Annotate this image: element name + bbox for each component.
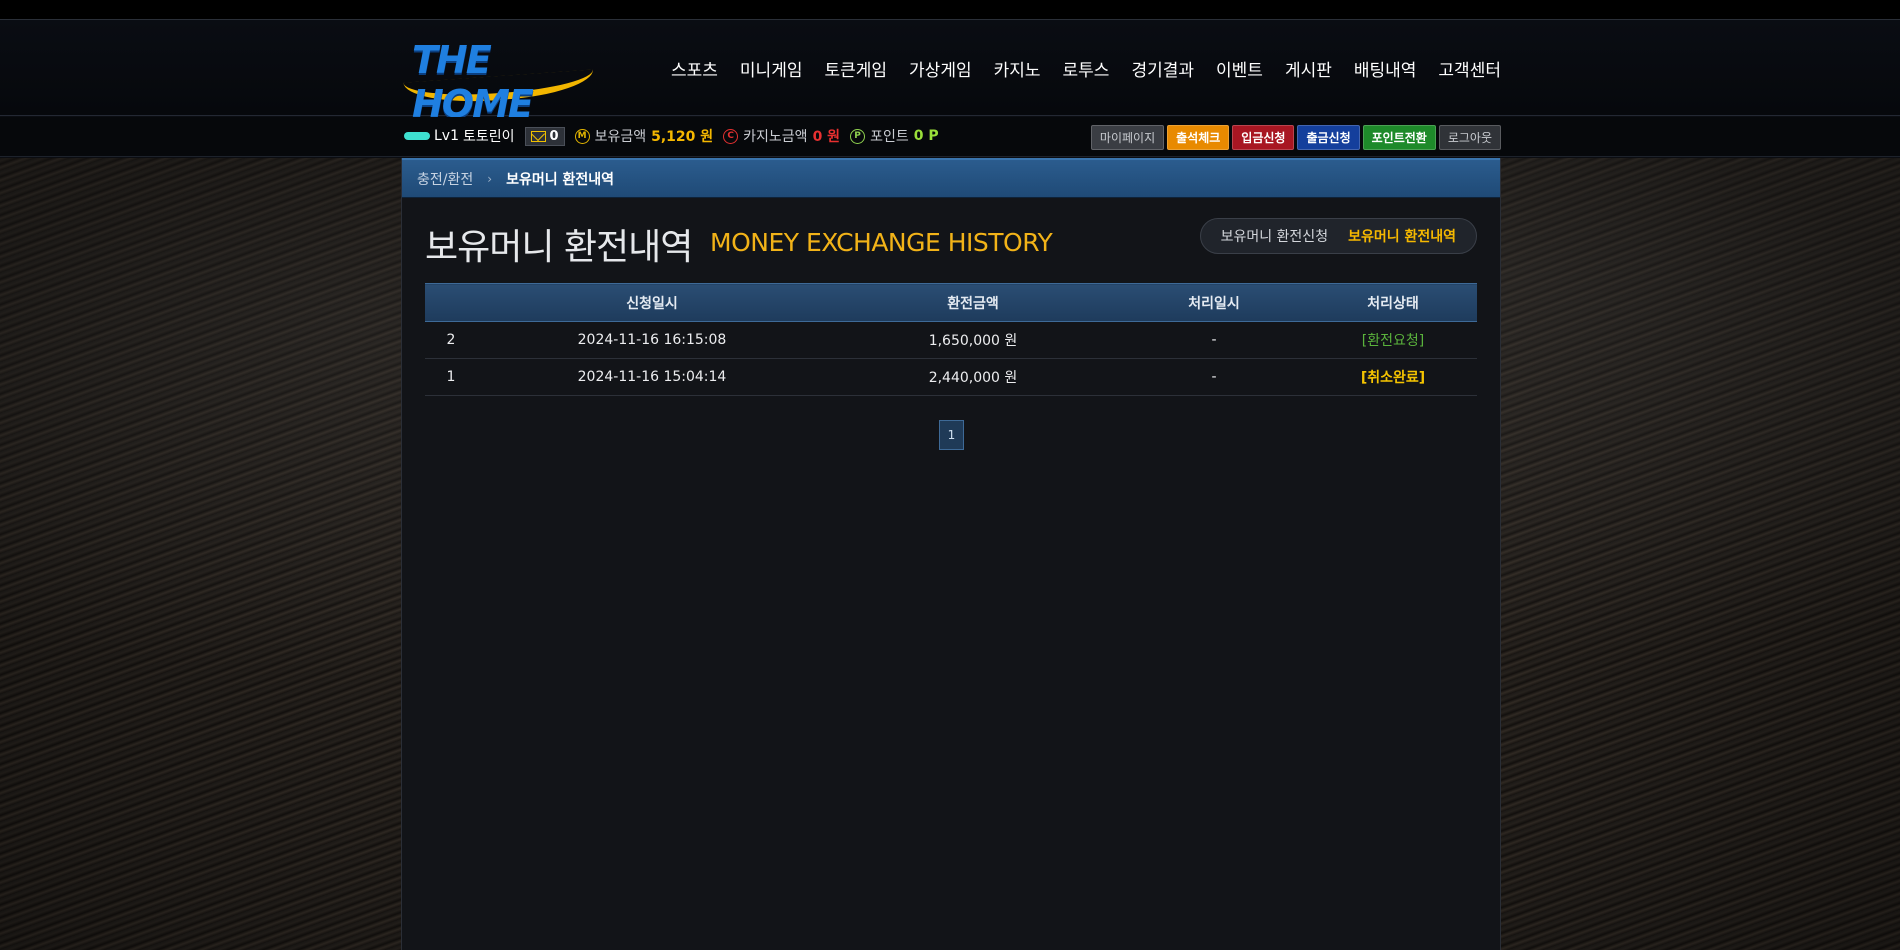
page-subtitle: MONEY EXCHANGE HISTORY [710, 228, 1053, 257]
top-strip [0, 0, 1900, 20]
point-label: 포인트 [870, 129, 909, 145]
exchange-history-table: 신청일시 환전금액 처리일시 처리상태 2 2024-11-16 16:15:0… [425, 283, 1477, 396]
column-header-processed-date: 처리일시 [1119, 283, 1309, 322]
nav-item-virtual-game[interactable]: 가상게임 [898, 56, 983, 81]
tab-exchange-history[interactable]: 보유머니 환전내역 [1348, 226, 1456, 246]
table-row: 2 2024-11-16 16:15:08 1,650,000 원 - [환전요… [425, 321, 1477, 359]
content-panel: 충전/환전 › 보유머니 환전내역 보유머니 환전내역 MONEY EXCHAN… [401, 158, 1501, 950]
nav-item-events[interactable]: 이벤트 [1205, 56, 1274, 81]
row-amount: 1,650,000 원 [827, 321, 1119, 359]
money-coin-icon: M [574, 128, 590, 144]
attendance-button[interactable]: 출석체크 [1167, 125, 1230, 150]
point-coin-icon: P [850, 128, 866, 144]
nav-item-minigame[interactable]: 미니게임 [729, 56, 814, 81]
column-header-status: 처리상태 [1309, 283, 1477, 322]
logout-button[interactable]: 로그아웃 [1438, 125, 1501, 150]
casino-coin-icon: C [723, 128, 739, 144]
deposit-button[interactable]: 입금신청 [1232, 125, 1295, 150]
casino-label: 카지노금액 [743, 129, 808, 145]
row-no: 1 [425, 358, 477, 396]
table-row: 1 2024-11-16 15:04:14 2,440,000 원 - [취소완… [425, 358, 1477, 396]
pagination: 1 [939, 420, 964, 450]
nav-item-lotus[interactable]: 로투스 [1052, 56, 1121, 81]
row-status: [취소완료] [1309, 358, 1477, 396]
site-logo[interactable]: THE HOME [403, 36, 600, 126]
page-button-current[interactable]: 1 [939, 420, 964, 450]
mypage-button[interactable]: 마이페이지 [1090, 125, 1165, 150]
nav-item-board[interactable]: 게시판 [1274, 56, 1343, 81]
point-convert-button[interactable]: 포인트전환 [1362, 125, 1436, 150]
nav-item-bet-history[interactable]: 배팅내역 [1343, 56, 1428, 81]
user-level-group: Lv1 토토린이 [404, 126, 515, 146]
row-request-date: 2024-11-16 16:15:08 [477, 321, 827, 359]
table-header-row: 신청일시 환전금액 처리일시 처리상태 [425, 283, 1477, 322]
column-header-amount: 환전금액 [827, 283, 1119, 322]
title-row: 보유머니 환전내역 MONEY EXCHANGE HISTORY 보유머니 환전… [402, 198, 1500, 284]
column-header-request-date: 신청일시 [477, 283, 827, 322]
nav-item-sports[interactable]: 스포츠 [660, 56, 729, 81]
level-badge-icon [404, 132, 430, 140]
row-request-date: 2024-11-16 15:04:14 [477, 358, 827, 396]
user-level: Lv1 [434, 128, 459, 144]
nav-item-results[interactable]: 경기결과 [1120, 56, 1205, 81]
breadcrumb: 충전/환전 › 보유머니 환전내역 [402, 158, 1500, 198]
money-label: 보유금액 [594, 129, 647, 145]
point-value: 0 P [913, 128, 939, 144]
row-processed-date: - [1119, 321, 1309, 359]
envelope-icon [530, 130, 546, 142]
row-processed-date: - [1119, 358, 1309, 396]
breadcrumb-current: 보유머니 환전내역 [506, 171, 614, 188]
casino-group: C 카지노금액 0 원 [723, 126, 840, 146]
nav-item-token-game[interactable]: 토큰게임 [813, 56, 898, 81]
tab-exchange-request[interactable]: 보유머니 환전신청 [1221, 226, 1329, 246]
chevron-right-icon: › [487, 171, 493, 186]
nav-item-casino[interactable]: 카지노 [983, 56, 1052, 81]
user-info: Lv1 토토린이 0 M 보유금액 5,120 원 C 카지노금액 0 원 P … [404, 126, 939, 146]
money-value: 5,120 원 [651, 129, 714, 145]
withdraw-button[interactable]: 출금신청 [1297, 125, 1360, 150]
breadcrumb-parent[interactable]: 충전/환전 [417, 169, 473, 189]
logo-text: THE HOME [412, 38, 534, 126]
column-header-no [425, 283, 477, 322]
row-amount: 2,440,000 원 [827, 358, 1119, 396]
money-group: M 보유금액 5,120 원 [574, 126, 714, 146]
user-info-bar: Lv1 토토린이 0 M 보유금액 5,120 원 C 카지노금액 0 원 P … [0, 117, 1900, 157]
message-count: 0 [549, 128, 559, 144]
page-tabs: 보유머니 환전신청 보유머니 환전내역 [1199, 218, 1477, 254]
page-title: 보유머니 환전내역 [425, 227, 693, 268]
casino-value: 0 원 [812, 129, 841, 145]
main-nav: 스포츠 미니게임 토큰게임 가상게임 카지노 로투스 경기결과 이벤트 게시판 … [660, 56, 1512, 81]
row-status: [환전요청] [1309, 321, 1477, 359]
nav-item-support[interactable]: 고객센터 [1427, 56, 1512, 81]
row-no: 2 [425, 321, 477, 359]
account-buttons: 마이페이지 출석체크 입금신청 출금신청 포인트전환 로그아웃 [1090, 125, 1501, 150]
site-header: THE HOME 스포츠 미니게임 토큰게임 가상게임 카지노 로투스 경기결과… [0, 20, 1900, 126]
point-group: P 포인트 0 P [850, 126, 939, 146]
user-name: 토토린이 [463, 129, 515, 145]
message-button[interactable]: 0 [524, 126, 565, 146]
